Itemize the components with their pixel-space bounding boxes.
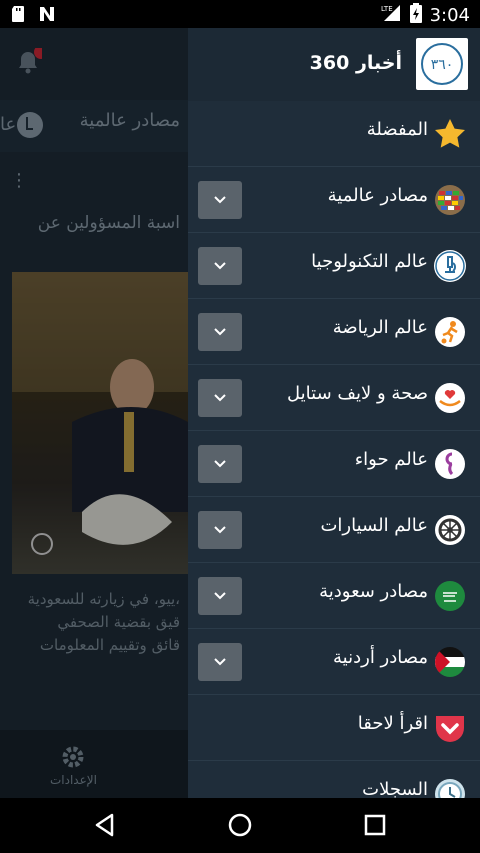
home-circle-icon bbox=[228, 813, 252, 837]
expand-health-button[interactable] bbox=[198, 379, 242, 417]
back-triangle-icon bbox=[95, 813, 114, 837]
app-logo: ٣٦٠ bbox=[416, 38, 468, 90]
pocket-icon bbox=[434, 712, 466, 744]
expand-technology-button[interactable] bbox=[198, 247, 242, 285]
navigation-drawer: ٣٦٠ أخبار 360 المفضلة مصادر عالمية عالم … bbox=[188, 28, 480, 798]
menu-item-world-sources[interactable]: مصادر عالمية bbox=[188, 167, 480, 233]
expand-cars-button[interactable] bbox=[198, 511, 242, 549]
menu-item-favorites[interactable]: المفضلة bbox=[188, 101, 480, 167]
star-icon bbox=[434, 118, 466, 150]
menu-item-womens-world[interactable]: عالم حواء bbox=[188, 431, 480, 497]
expand-world-sources-button[interactable] bbox=[198, 181, 242, 219]
sd-card-icon bbox=[10, 5, 28, 23]
expand-womens-world-button[interactable] bbox=[198, 445, 242, 483]
chevron-down-icon bbox=[214, 460, 226, 468]
world-flags-icon bbox=[434, 184, 466, 216]
lte-signal-icon: LTE bbox=[380, 3, 402, 28]
back-button[interactable] bbox=[92, 812, 118, 842]
recents-button[interactable] bbox=[364, 814, 386, 840]
heart-hand-icon bbox=[434, 382, 466, 414]
chevron-down-icon bbox=[214, 526, 226, 534]
microscope-icon bbox=[434, 250, 466, 282]
chevron-down-icon bbox=[214, 394, 226, 402]
n-notification-icon bbox=[38, 5, 56, 23]
soccer-player-icon bbox=[434, 316, 466, 348]
expand-jordan-sources-button[interactable] bbox=[198, 643, 242, 681]
expand-saudi-sources-button[interactable] bbox=[198, 577, 242, 615]
menu-item-read-later[interactable]: اقرأ لاحقا bbox=[188, 695, 480, 761]
wheel-icon bbox=[434, 514, 466, 546]
chevron-down-icon bbox=[214, 262, 226, 270]
chevron-down-icon bbox=[214, 328, 226, 336]
expand-sports-button[interactable] bbox=[198, 313, 242, 351]
saudi-flag-icon bbox=[434, 580, 466, 612]
clock-icon bbox=[434, 778, 466, 798]
menu-item-jordan-sources[interactable]: مصادر أردنية bbox=[188, 629, 480, 695]
battery-icon bbox=[409, 3, 422, 28]
female-symbol-icon bbox=[434, 448, 466, 480]
jordan-flag-icon bbox=[434, 646, 466, 678]
recents-square-icon bbox=[364, 814, 386, 836]
menu-item-sports[interactable]: عالم الرياضة bbox=[188, 299, 480, 365]
system-navigation-bar bbox=[0, 798, 480, 853]
menu-item-history[interactable]: السجلات bbox=[188, 761, 480, 798]
chevron-down-icon bbox=[214, 658, 226, 666]
drawer-header: ٣٦٠ أخبار 360 bbox=[188, 28, 480, 101]
menu-item-technology[interactable]: عالم التكنولوجيا bbox=[188, 233, 480, 299]
drawer-menu: المفضلة مصادر عالمية عالم التكنولوجيا عا… bbox=[188, 101, 480, 798]
menu-item-saudi-sources[interactable]: مصادر سعودية bbox=[188, 563, 480, 629]
menu-item-health-lifestyle[interactable]: صحة و لايف ستايل bbox=[188, 365, 480, 431]
chevron-down-icon bbox=[214, 196, 226, 204]
clock-time: 3:04 bbox=[429, 5, 470, 26]
svg-text:٣٦٠: ٣٦٠ bbox=[431, 57, 454, 73]
chevron-down-icon bbox=[214, 592, 226, 600]
svg-text:LTE: LTE bbox=[381, 5, 393, 13]
status-bar: LTE 3:04 bbox=[0, 0, 480, 28]
menu-item-cars[interactable]: عالم السيارات bbox=[188, 497, 480, 563]
drawer-title: أخبار 360 bbox=[309, 52, 402, 74]
home-button[interactable] bbox=[227, 812, 253, 842]
